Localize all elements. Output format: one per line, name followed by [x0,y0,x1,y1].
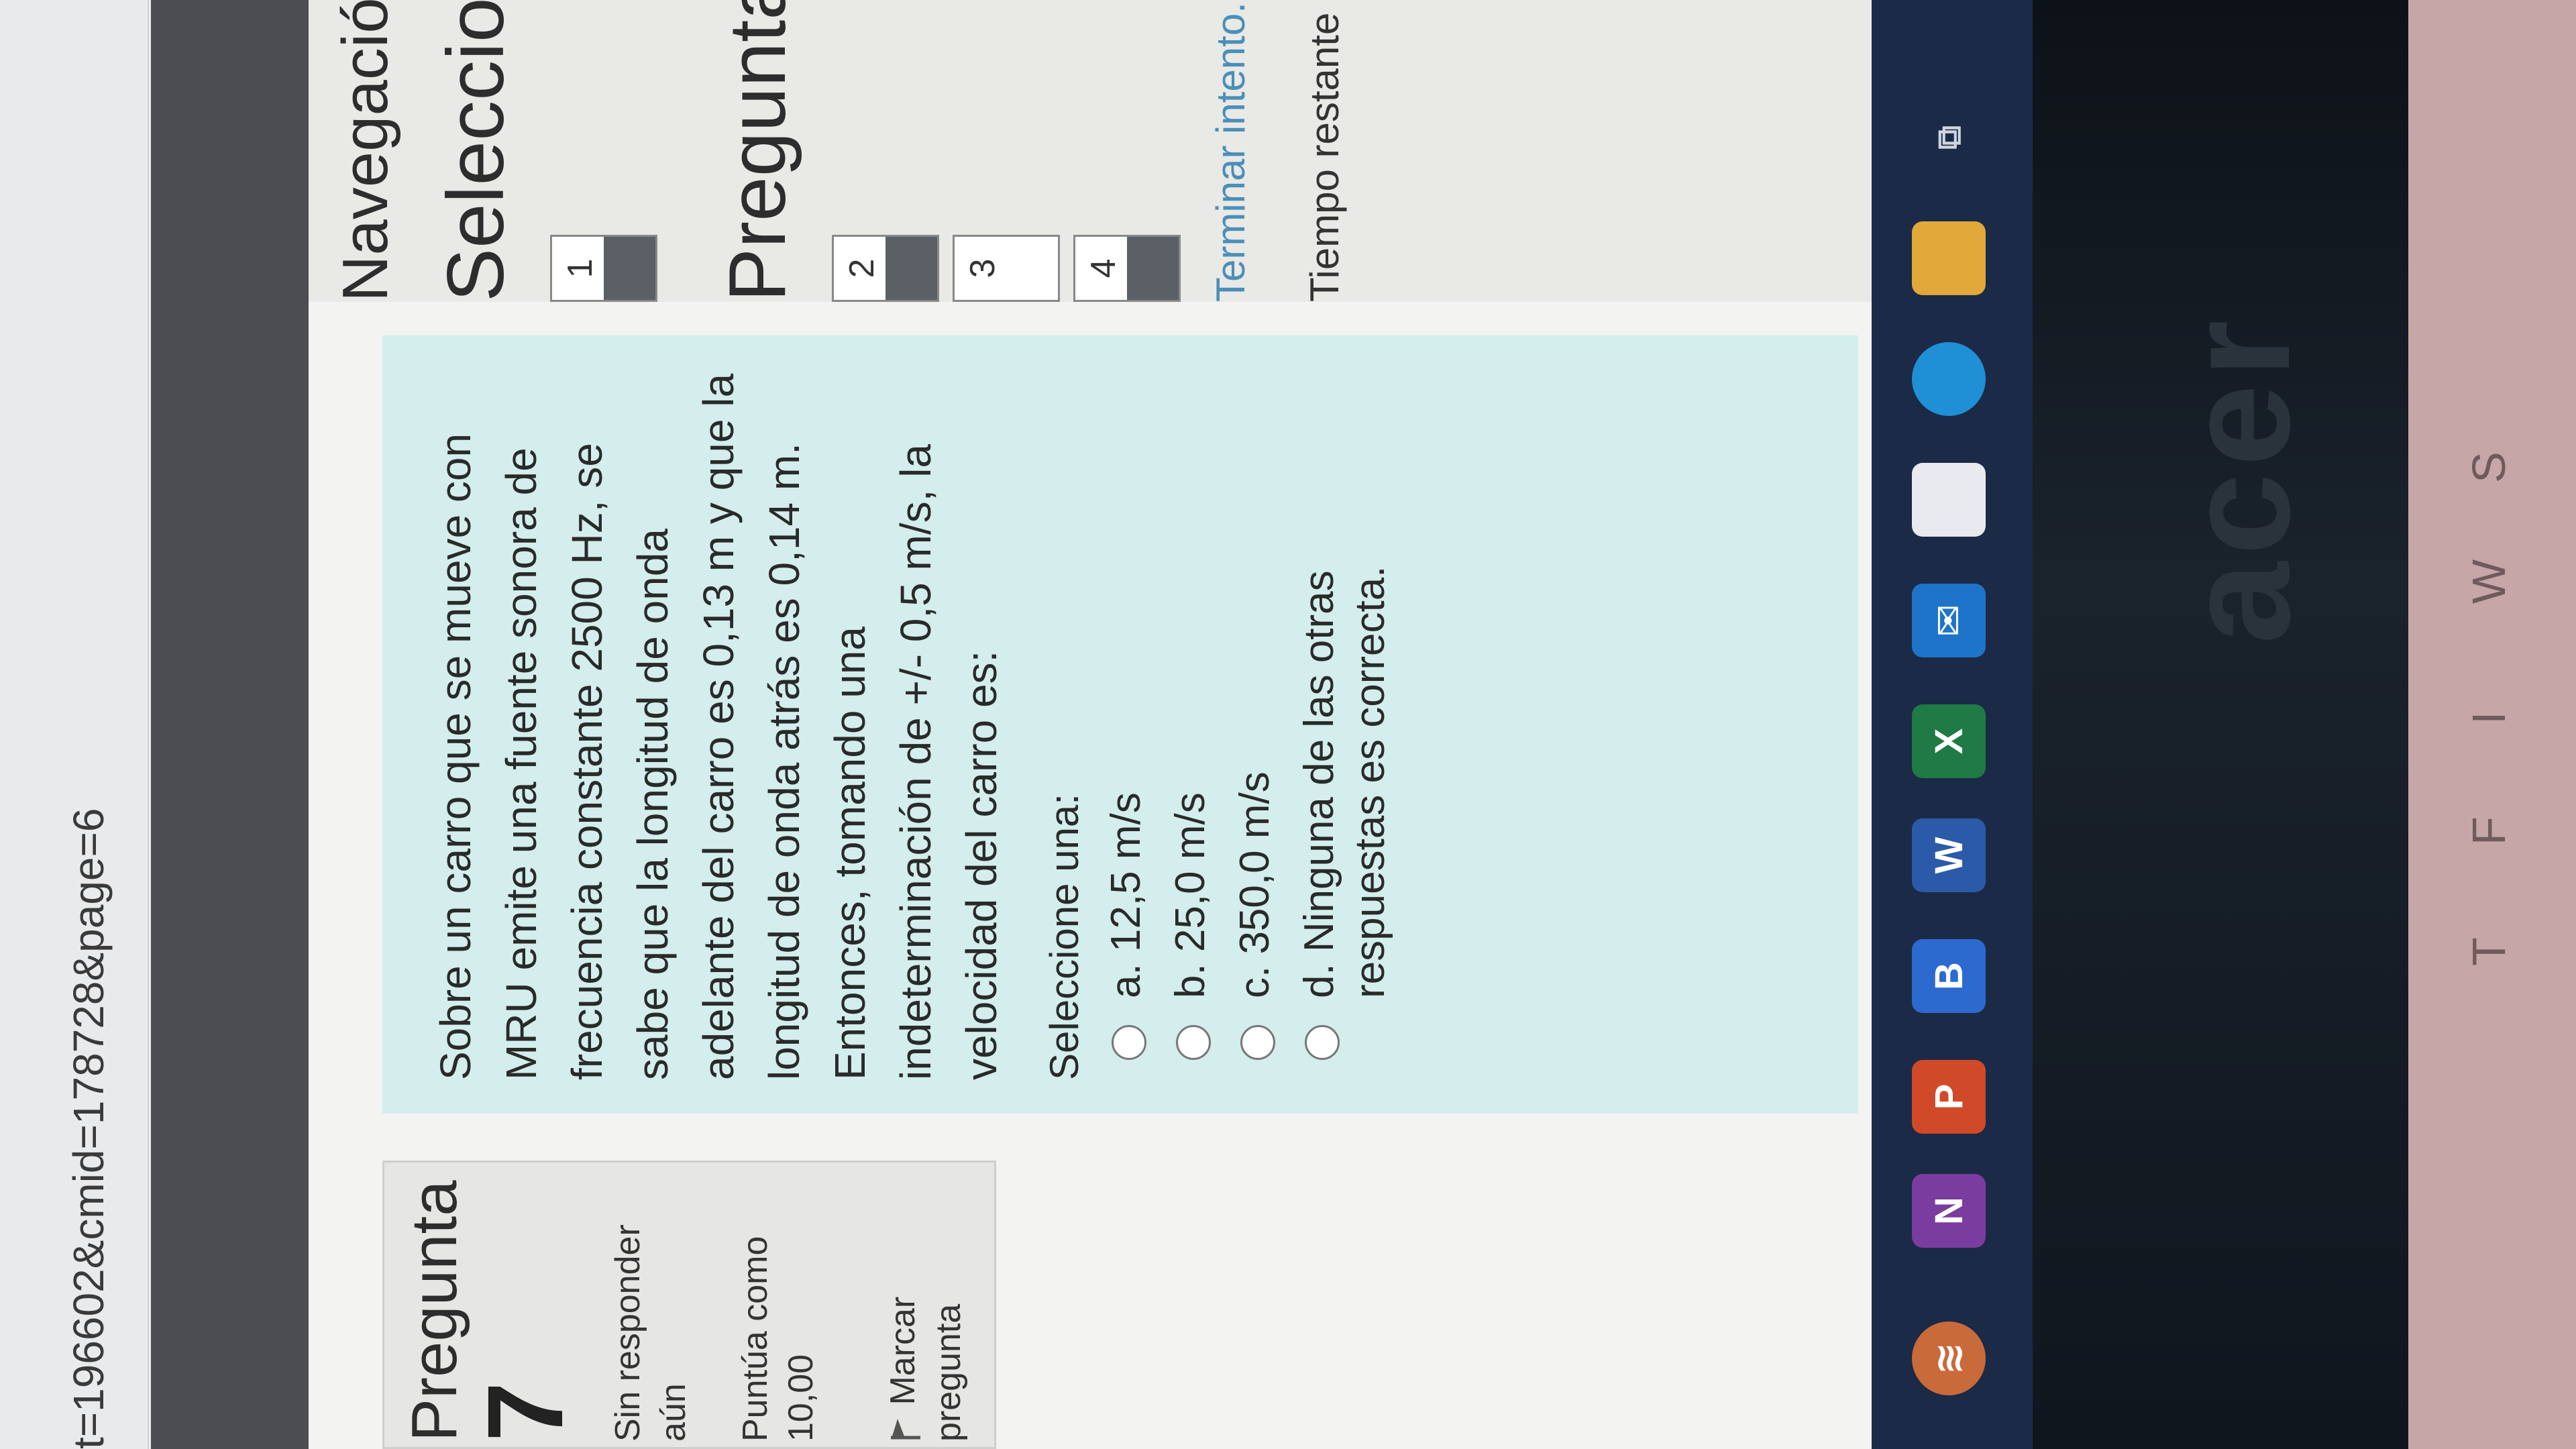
question-text: Sobre un carro que se mueve con MRU emit… [431,373,1006,1080]
edge-icon[interactable] [1912,342,1986,416]
answer-prompt: Seleccione una: [1042,794,1087,1080]
word-icon[interactable]: W [1912,818,1986,892]
question-label: Pregunta [398,1180,470,1442]
rotated-screen: t=196602&cmid=178728&page=6 Pregunta 7 S… [0,0,2576,1449]
quiz-navigation: Navegación Seleccion 1 Pregunta 2 3 4 Te… [309,0,1872,302]
nav-question-4[interactable]: 4 [1073,235,1181,302]
keyboard-strip: S W I F T [2408,0,2576,1449]
nav-question-number: 1 [561,258,600,278]
spotify-icon[interactable]: ≋ [1912,1322,1986,1395]
answered-indicator [604,237,655,300]
laptop-bezel: acer S W I F T [2033,0,2576,1449]
answer-option-a[interactable]: a. 12,5 m/s [1101,369,1152,1080]
mail-icon[interactable]: ✉ [1912,584,1986,657]
file-explorer-icon[interactable] [1912,221,1986,295]
finish-attempt-link[interactable]: Terminar intento. [1208,2,1254,302]
b-app-icon[interactable]: B [1912,939,1986,1013]
answered-indicator [885,237,937,300]
quiz-page: Pregunta 7 Sin responder aún Puntúa como… [309,0,1872,1449]
key-label: I [2463,711,2515,724]
answer-option-c[interactable]: c. 350,0 m/s [1230,369,1281,1080]
radio-button[interactable] [1112,1025,1146,1060]
question-content: Sobre un carro que se mueve con MRU emit… [382,335,1858,1114]
answer-option-d[interactable]: d. Ninguna de las otras respuestas es co… [1294,369,1396,1080]
answer-option-b[interactable]: b. 25,0 m/s [1165,369,1216,1080]
answer-option-label: b. 25,0 m/s [1167,792,1214,998]
time-remaining: Tiempo restante 2 [1302,0,1347,302]
excel-icon[interactable]: X [1912,704,1986,778]
url-text[interactable]: t=196602&cmid=178728&page=6 [64,808,113,1449]
question-number: 7 [465,1382,585,1442]
questions-heading: Pregunta [712,0,802,302]
nav-question-number: 3 [963,258,1002,278]
radio-button[interactable] [1305,1025,1340,1060]
nav-question-3[interactable]: 3 [953,235,1060,302]
answer-option-label: c. 350,0 m/s [1232,771,1278,998]
photo-of-screen: t=196602&cmid=178728&page=6 Pregunta 7 S… [0,0,2576,1449]
powerpoint-icon[interactable]: P [1912,1060,1986,1134]
key-label: T [2463,937,2515,966]
flag-question-button[interactable]: Marcar pregunta [881,1173,971,1442]
question-score: Puntúa como 10,00 [736,1236,820,1442]
answer-option-label: d. Ninguna de las otras respuestas es co… [1296,566,1393,998]
key-label: S [2463,451,2515,483]
store-icon[interactable] [1912,463,1986,537]
task-view-icon[interactable]: ⧉ [1912,101,1986,174]
site-header [151,0,309,1449]
navigation-title: Navegación [329,0,401,302]
answer-option-label: a. 12,5 m/s [1103,792,1149,998]
taskbar: ⧉ ✉ X W B P N ≋ [1872,0,2033,1449]
nav-question-1[interactable]: 1 [550,235,657,302]
brand-logo: acer [2155,313,2320,644]
question-info-box: Pregunta 7 Sin responder aún Puntúa como… [382,1161,996,1449]
nav-question-number: 4 [1084,258,1123,278]
flag-icon [891,1419,921,1440]
radio-button[interactable] [1176,1025,1211,1060]
address-bar[interactable]: t=196602&cmid=178728&page=6 [0,0,149,1449]
onenote-icon[interactable]: N [1912,1174,1986,1248]
nav-question-2[interactable]: 2 [832,235,939,302]
nav-question-number: 2 [843,258,881,278]
selection-heading: Seleccion [431,0,521,302]
answered-indicator [1127,237,1179,300]
radio-button[interactable] [1240,1025,1275,1060]
key-label: W [2463,559,2515,604]
question-status: Sin responder aún [608,1224,693,1442]
key-label: F [2463,816,2515,845]
